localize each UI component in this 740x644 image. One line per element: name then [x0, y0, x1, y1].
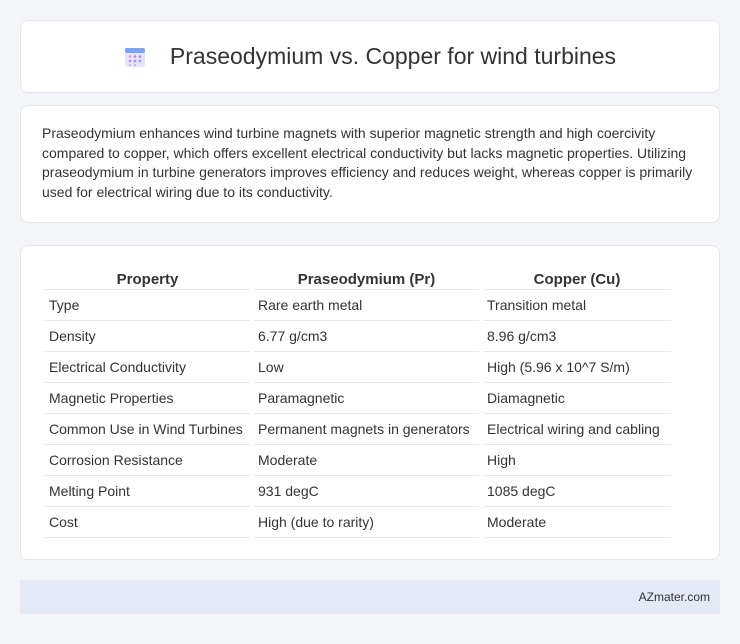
- property-cell: Magnetic Properties: [45, 383, 250, 414]
- copper-cell: Electrical wiring and cabling: [483, 414, 671, 445]
- property-cell: Melting Point: [45, 476, 250, 507]
- comparison-table: Property Praseodymium (Pr) Copper (Cu) T…: [41, 266, 675, 538]
- property-cell: Type: [45, 290, 250, 321]
- praseodymium-cell: High (due to rarity): [254, 507, 479, 538]
- copper-cell: 8.96 g/cm3: [483, 321, 671, 352]
- table-row: Density 6.77 g/cm3 8.96 g/cm3: [45, 321, 671, 352]
- intro-paragraph: Praseodymium enhances wind turbine magne…: [42, 125, 693, 200]
- table-header-row: Property Praseodymium (Pr) Copper (Cu): [45, 266, 671, 290]
- calendar-icon: [124, 46, 146, 68]
- footer-bar: AZmater.com: [20, 580, 720, 614]
- header-praseodymium: Praseodymium (Pr): [254, 266, 479, 290]
- property-cell: Common Use in Wind Turbines: [45, 414, 250, 445]
- header-copper: Copper (Cu): [483, 266, 671, 290]
- copper-cell: High (5.96 x 10^7 S/m): [483, 352, 671, 383]
- praseodymium-cell: Rare earth metal: [254, 290, 479, 321]
- property-cell: Cost: [45, 507, 250, 538]
- praseodymium-cell: Low: [254, 352, 479, 383]
- table-row: Corrosion Resistance Moderate High: [45, 445, 671, 476]
- header-property: Property: [45, 266, 250, 290]
- praseodymium-cell: 931 degC: [254, 476, 479, 507]
- praseodymium-cell: 6.77 g/cm3: [254, 321, 479, 352]
- footer-site-name: AZmater.com: [638, 590, 710, 604]
- copper-cell: Transition metal: [483, 290, 671, 321]
- praseodymium-cell: Paramagnetic: [254, 383, 479, 414]
- table-row: Magnetic Properties Paramagnetic Diamagn…: [45, 383, 671, 414]
- property-cell: Electrical Conductivity: [45, 352, 250, 383]
- praseodymium-cell: Permanent magnets in generators: [254, 414, 479, 445]
- page-title: Praseodymium vs. Copper for wind turbine…: [169, 43, 617, 69]
- copper-cell: Moderate: [483, 507, 671, 538]
- copper-cell: Diamagnetic: [483, 383, 671, 414]
- property-cell: Corrosion Resistance: [45, 445, 250, 476]
- table-row: Type Rare earth metal Transition metal: [45, 290, 671, 321]
- intro-card: Praseodymium enhances wind turbine magne…: [20, 105, 720, 223]
- table-row: Common Use in Wind Turbines Permanent ma…: [45, 414, 671, 445]
- property-cell: Density: [45, 321, 250, 352]
- praseodymium-cell: Moderate: [254, 445, 479, 476]
- table-row: Melting Point 931 degC 1085 degC: [45, 476, 671, 507]
- comparison-card: Property Praseodymium (Pr) Copper (Cu) T…: [20, 245, 720, 560]
- title-card: Praseodymium vs. Copper for wind turbine…: [20, 20, 720, 93]
- table-row: Electrical Conductivity Low High (5.96 x…: [45, 352, 671, 383]
- copper-cell: 1085 degC: [483, 476, 671, 507]
- copper-cell: High: [483, 445, 671, 476]
- table-row: Cost High (due to rarity) Moderate: [45, 507, 671, 538]
